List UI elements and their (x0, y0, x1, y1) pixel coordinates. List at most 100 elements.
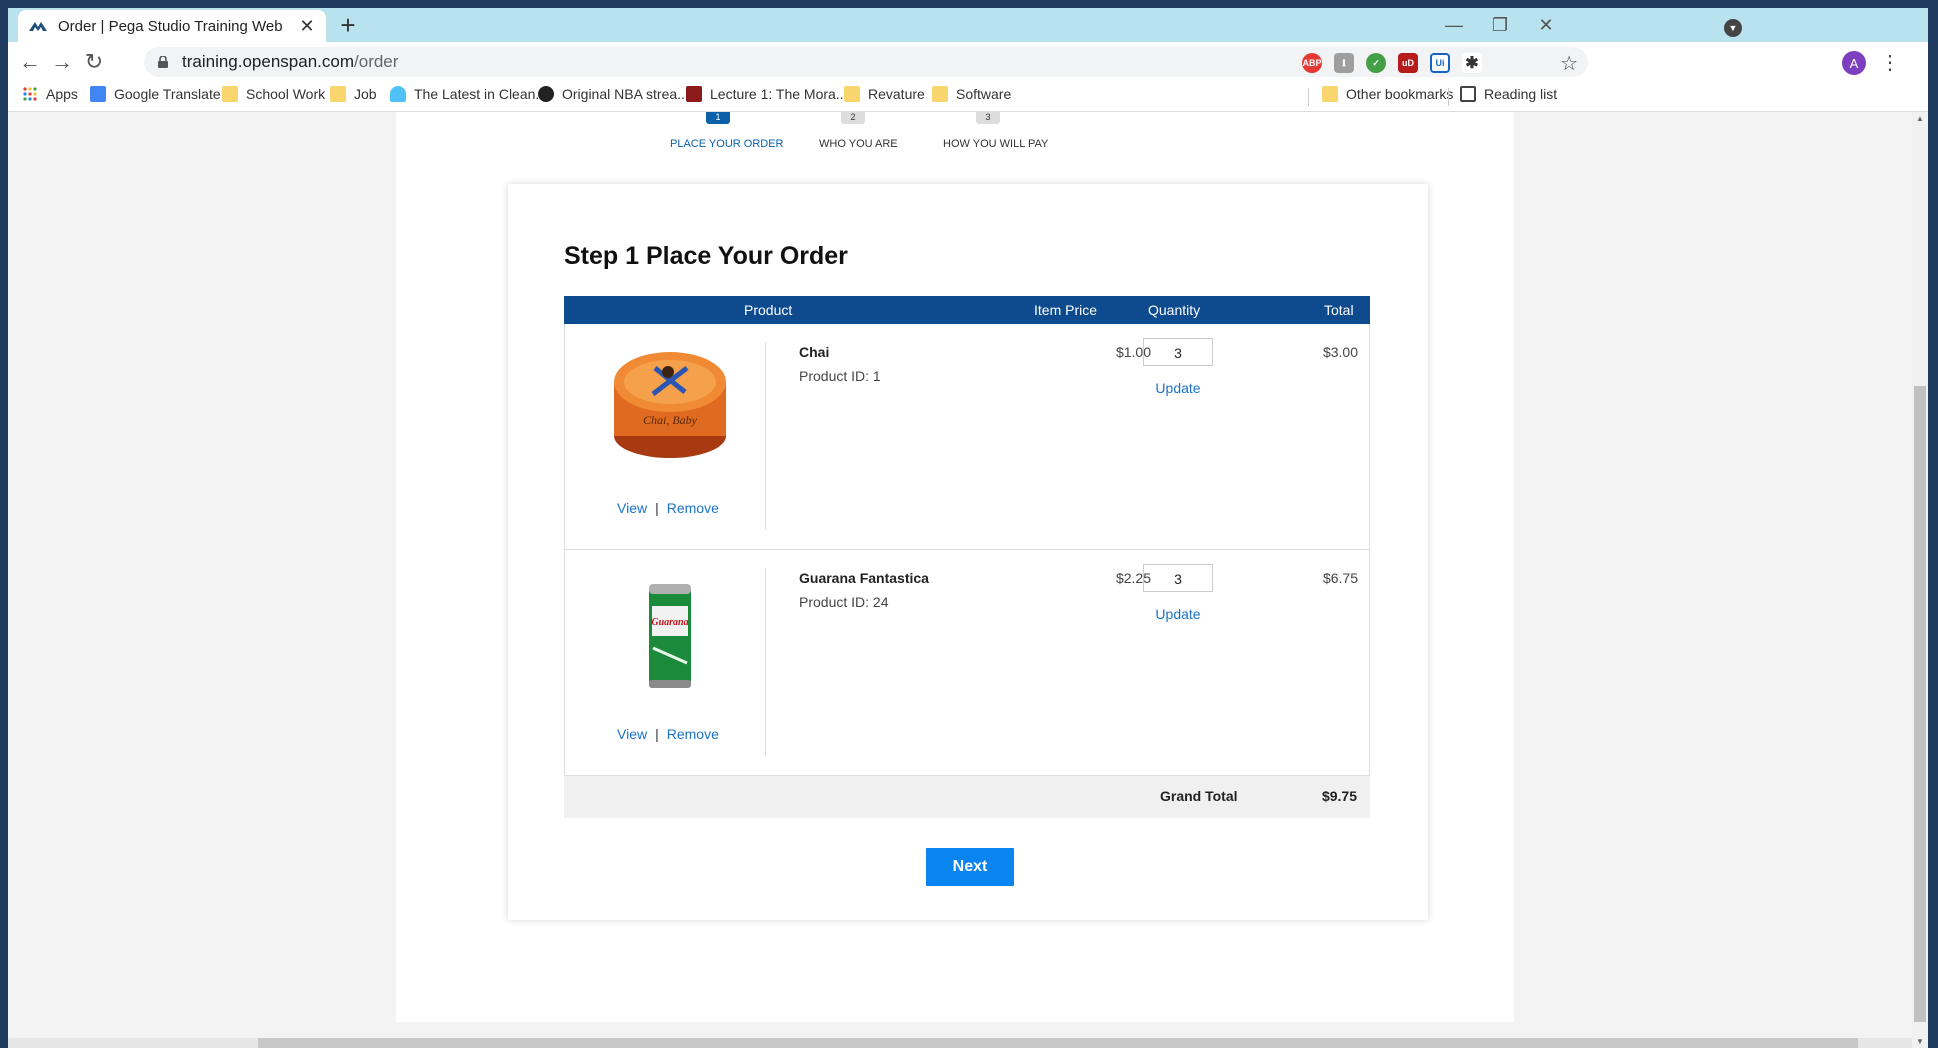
bookmark-label: Original NBA strea... (562, 86, 689, 102)
close-window-icon[interactable]: ✕ (1526, 12, 1566, 38)
table-row: Chai, Baby View | Remove Chai Product ID: … (564, 324, 1370, 550)
tab-title: Order | Pega Studio Training Web (58, 17, 283, 35)
tab-strip: Order | Pega Studio Training Web ✕ + ▼ —… (8, 8, 1928, 42)
forward-icon[interactable]: → (48, 48, 76, 76)
next-button[interactable]: Next (926, 848, 1014, 886)
adblock-extension-icon[interactable]: ABP (1302, 53, 1322, 73)
grand-total-value: $9.75 (1321, 788, 1357, 804)
bookmark-nba[interactable]: Original NBA strea... (538, 86, 689, 102)
browser-tab[interactable]: Order | Pega Studio Training Web ✕ (18, 10, 326, 42)
column-header-product: Product (744, 302, 793, 318)
bookmark-apps[interactable]: Apps (22, 86, 78, 102)
product-name: Chai (799, 344, 830, 360)
pega-logo-icon (29, 22, 47, 31)
bookmark-job[interactable]: Job (330, 86, 377, 102)
folder-icon (932, 86, 948, 102)
browser-toolbar: ← → ↻ training.openspan.com/order ☆ ABP … (8, 42, 1928, 82)
bookmark-google-translate[interactable]: Google Translate (90, 86, 221, 102)
site-icon (390, 86, 406, 102)
page-content: 1 PLACE YOUR ORDER 2 WHO YOU ARE 3 HOW Y… (396, 112, 1514, 1022)
bookmark-separator (1308, 88, 1309, 106)
quantity-input[interactable]: 3 (1143, 338, 1213, 366)
folder-icon (330, 86, 346, 102)
profile-avatar[interactable]: A (1842, 51, 1866, 75)
uipath-extension-icon[interactable]: Ui (1430, 53, 1450, 73)
restore-icon[interactable]: ❐ (1480, 12, 1520, 38)
step-1-label: PLACE YOUR ORDER (670, 138, 784, 150)
bookmark-label: Revature (868, 86, 925, 102)
table-row: Guarana View | Remove Guarana Fantastica P… (564, 550, 1370, 776)
menu-kebab-icon[interactable]: ⋮ (1880, 50, 1900, 75)
step-2-label: WHO YOU ARE (819, 138, 898, 150)
step-3-badge: 3 (976, 112, 1000, 124)
quantity-input[interactable]: 3 (1143, 564, 1213, 592)
bookmark-latest-clean[interactable]: The Latest in Clean... (390, 86, 547, 102)
update-link[interactable]: Update (1143, 606, 1213, 622)
google-translate-icon (90, 86, 106, 102)
extension-icon[interactable]: ℹ (1334, 53, 1354, 73)
new-tab-button[interactable]: + (334, 12, 362, 38)
bookmark-label: Apps (46, 86, 78, 102)
bookmark-reading-list[interactable]: Reading list (1460, 86, 1557, 102)
product-links: View | Remove (617, 500, 719, 516)
column-header-price: Item Price (1034, 302, 1098, 318)
item-price: $2.25 (1115, 570, 1151, 586)
scrollbar-thumb[interactable] (1914, 386, 1926, 1022)
close-tab-icon[interactable]: ✕ (298, 16, 316, 37)
view-link[interactable]: View (617, 500, 647, 516)
site-icon (686, 86, 702, 102)
column-divider (765, 568, 766, 756)
url-host: training.openspan.com (182, 52, 355, 71)
bookmark-star-icon[interactable]: ☆ (1560, 51, 1578, 76)
vertical-scrollbar[interactable]: ▲ ▼ (1912, 112, 1928, 1048)
bookmark-software[interactable]: Software (932, 86, 1011, 102)
column-divider (765, 342, 766, 530)
guarana-label-text: Guarana (651, 617, 688, 628)
link-separator: | (655, 500, 659, 516)
bookmark-separator (1448, 88, 1449, 106)
remove-link[interactable]: Remove (667, 726, 719, 742)
view-link[interactable]: View (617, 726, 647, 742)
horizontal-scrollbar-thumb[interactable] (258, 1038, 1858, 1048)
back-icon[interactable]: ← (16, 48, 44, 76)
grand-total-label: Grand Total (1160, 788, 1238, 804)
step-3-label: HOW YOU WILL PAY (943, 138, 1049, 150)
table-header: Product Item Price Quantity Total (564, 296, 1370, 324)
update-link[interactable]: Update (1143, 380, 1213, 396)
extensions-puzzle-icon[interactable]: ✱ (1462, 53, 1482, 73)
bookmark-label: Lecture 1: The Mora... (710, 86, 848, 102)
folder-icon (222, 86, 238, 102)
apps-grid-icon (23, 87, 37, 101)
bookmark-revature[interactable]: Revature (844, 86, 925, 102)
line-total: $3.00 (1322, 344, 1358, 360)
step-2-badge: 2 (841, 112, 865, 124)
ublock-extension-icon[interactable]: uD (1398, 53, 1418, 73)
folder-icon (1322, 86, 1338, 102)
page-viewport: 1 PLACE YOUR ORDER 2 WHO YOU ARE 3 HOW Y… (8, 112, 1912, 1048)
product-id: Product ID: 24 (799, 594, 889, 610)
minimize-icon[interactable]: — (1434, 12, 1474, 38)
scroll-down-icon[interactable]: ▼ (1915, 1037, 1925, 1046)
tab-search-icon[interactable]: ▼ (1724, 19, 1742, 37)
bookmark-lecture[interactable]: Lecture 1: The Mora... (686, 86, 847, 102)
scroll-up-icon[interactable]: ▲ (1915, 114, 1925, 123)
bookmark-other[interactable]: Other bookmarks (1322, 86, 1453, 102)
url-path: /order (354, 52, 399, 71)
product-links: View | Remove (617, 726, 719, 742)
bookmark-label: Reading list (1484, 86, 1558, 102)
bookmark-school-work[interactable]: School Work (222, 86, 325, 102)
chai-product-image: Chai, Baby (614, 352, 726, 458)
remove-link[interactable]: Remove (667, 500, 719, 516)
line-total: $6.75 (1322, 570, 1358, 586)
horizontal-scrollbar[interactable] (8, 1038, 1912, 1048)
item-price: $1.00 (1115, 344, 1151, 360)
reload-icon[interactable]: ↻ (80, 48, 108, 76)
globe-icon (538, 86, 554, 102)
column-header-quantity: Quantity (1148, 302, 1201, 318)
column-header-total: Total (1324, 302, 1354, 318)
folder-icon (844, 86, 860, 102)
reading-list-icon (1460, 86, 1476, 102)
lock-icon (158, 56, 168, 68)
url-text: training.openspan.com/order (182, 52, 398, 72)
checker-extension-icon[interactable]: ✓ (1366, 53, 1386, 73)
